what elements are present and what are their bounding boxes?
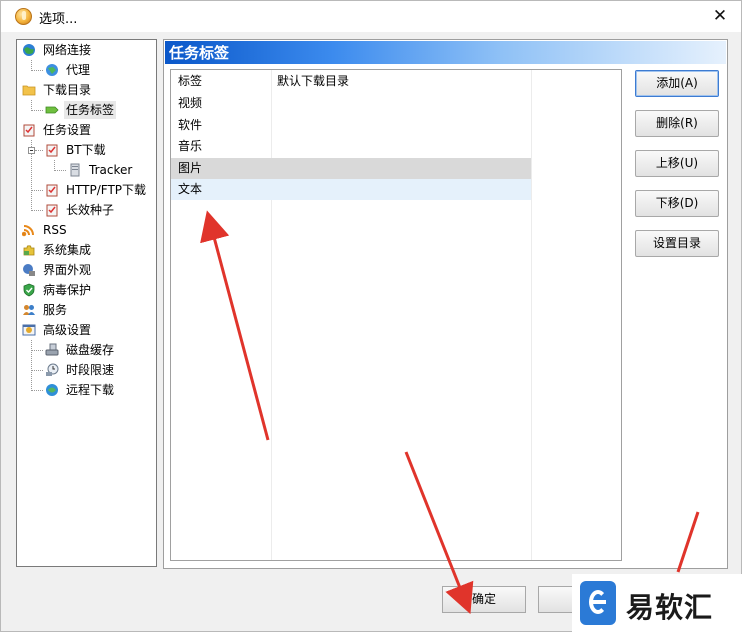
users-icon: [23, 305, 35, 315]
tags-list[interactable]: 标签 默认下载目录 视频 软件 音乐 图片 文本: [170, 69, 622, 561]
tag-cell: 图片: [178, 161, 203, 175]
tag-cell: 软件: [178, 118, 203, 132]
tag-cell: 音乐: [178, 139, 203, 153]
remote-globe-icon: [46, 384, 58, 396]
clipboard-icon: [23, 124, 35, 137]
server-icon: [70, 163, 80, 177]
watermark-text: 易软汇: [626, 591, 714, 624]
column-header-default-dir[interactable]: 默认下载目录: [277, 71, 349, 92]
table-row-selected[interactable]: [171, 158, 531, 179]
column-header-tag[interactable]: 标签: [178, 71, 202, 92]
table-row-hover[interactable]: [171, 179, 531, 200]
task-tags-panel: 任务标签 标签 默认下载目录 视频 软件 音乐 图片 文本 添加(A) 删除(R…: [163, 39, 728, 569]
bt-expander-icon[interactable]: [28, 147, 35, 154]
tag-icon: [45, 106, 59, 114]
proxy-globe-icon: [46, 64, 58, 76]
tag-cell: 视频: [178, 96, 203, 110]
watermark-logo-icon: [580, 581, 616, 625]
globe-icon: [23, 44, 35, 56]
rss-icon: [22, 225, 34, 237]
move-down-button[interactable]: 下移(D): [635, 190, 719, 217]
add-button[interactable]: 添加(A): [635, 70, 719, 97]
puzzle-icon: [23, 245, 35, 256]
panel-title: 任务标签: [169, 44, 230, 62]
clock-icon: [46, 363, 59, 376]
options-dialog: 选项... ✕ 网络连接 代理 下载目录 任务标签 任务设置 BT下载 Trac…: [0, 0, 742, 632]
palette-icon: [23, 264, 35, 276]
advanced-settings-icon: [22, 324, 36, 336]
ok-button[interactable]: 确定: [442, 586, 526, 613]
close-button[interactable]: ✕: [705, 3, 735, 29]
app-logo-icon: [15, 8, 32, 25]
folder-icon: [22, 85, 36, 96]
clipboard-icon: [46, 204, 58, 217]
title-bar: 选项... ✕: [1, 1, 741, 32]
set-directory-button[interactable]: 设置目录: [635, 230, 719, 257]
clipboard-icon: [46, 184, 58, 197]
panel-header: 任务标签: [165, 41, 726, 64]
tag-cell: 文本: [178, 182, 203, 196]
clipboard-icon: [46, 144, 58, 157]
window-title: 选项...: [39, 12, 78, 27]
table-row[interactable]: [171, 92, 531, 113]
settings-tree[interactable]: 网络连接 代理 下载目录 任务标签 任务设置 BT下载 Tracker HTTP…: [16, 39, 157, 567]
move-up-button[interactable]: 上移(U): [635, 150, 719, 177]
shield-icon: [23, 283, 35, 297]
table-row[interactable]: [171, 136, 531, 157]
table-row[interactable]: [171, 114, 531, 135]
disk-cache-icon: [45, 343, 59, 356]
delete-button[interactable]: 删除(R): [635, 110, 719, 137]
